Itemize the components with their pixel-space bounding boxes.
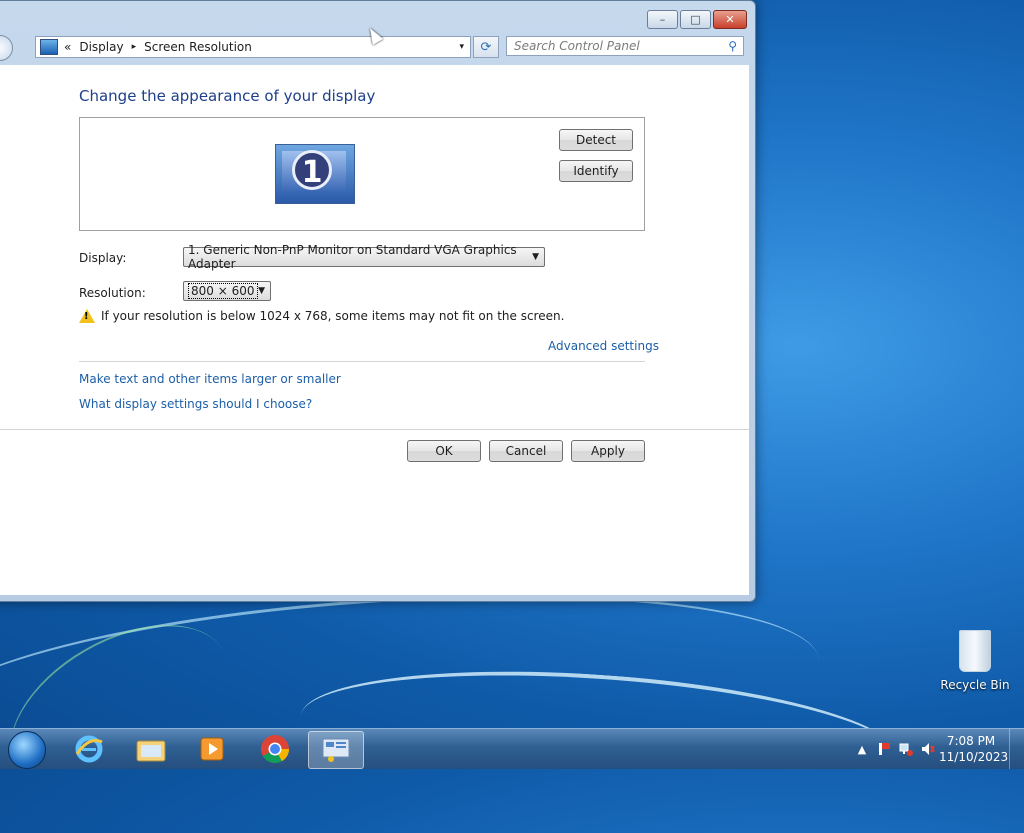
display-select-value: 1. Generic Non-PnP Monitor on Standard V… xyxy=(188,243,517,271)
control-panel-icon xyxy=(322,738,350,762)
breadcrumb-separator-icon[interactable]: ▸ xyxy=(132,42,137,52)
close-icon: ✕ xyxy=(725,13,735,26)
text-size-link[interactable]: Make text and other items larger or smal… xyxy=(79,372,341,386)
monitor-1-icon[interactable]: 1 xyxy=(275,144,355,204)
taskbar: ▲ 7:08 PM 11/10/2023 xyxy=(0,728,1024,769)
volume-muted-icon[interactable] xyxy=(921,742,935,756)
search-icon[interactable]: ⚲ xyxy=(728,39,737,53)
divider xyxy=(0,429,749,430)
clock[interactable]: 7:08 PM 11/10/2023 xyxy=(939,733,1009,765)
clock-date: 11/10/2023 xyxy=(939,750,1009,764)
start-button[interactable] xyxy=(8,731,46,769)
warning-text: If your resolution is below 1024 x 768, … xyxy=(101,309,565,323)
file-explorer-button[interactable] xyxy=(124,731,178,767)
content-area: Change the appearance of your display 1 … xyxy=(0,65,749,595)
action-center-icon[interactable] xyxy=(877,742,891,756)
monitor-preview-area: 1 Detect Identify xyxy=(79,117,645,231)
refresh-button[interactable]: ⟳ xyxy=(473,36,499,58)
recycle-bin-label: Recycle Bin xyxy=(940,678,1010,692)
back-button[interactable] xyxy=(0,35,13,61)
chrome-icon xyxy=(261,735,289,763)
show-hidden-icons-button[interactable]: ▲ xyxy=(855,742,869,756)
divider xyxy=(79,361,645,362)
recycle-bin-icon xyxy=(959,630,991,672)
close-button[interactable]: ✕ xyxy=(713,10,747,29)
screen-resolution-window: – □ ✕ « Display ▸ Screen Resolution ▾ ⟳ … xyxy=(0,0,756,602)
identify-button[interactable]: Identify xyxy=(559,160,633,182)
display-label: Display: xyxy=(79,251,127,265)
clock-time: 7:08 PM xyxy=(946,734,996,748)
breadcrumb-screen-resolution[interactable]: Screen Resolution xyxy=(144,40,252,54)
resolution-select[interactable]: 800 × 600 ▼ xyxy=(183,281,271,301)
chevron-down-icon: ▼ xyxy=(532,252,539,262)
cancel-button[interactable]: Cancel xyxy=(489,440,563,462)
media-player-button[interactable] xyxy=(185,731,239,767)
control-panel-button[interactable] xyxy=(308,731,364,769)
internet-explorer-icon xyxy=(75,735,103,763)
chevron-down-icon: ▼ xyxy=(258,286,265,296)
title-buttons: – □ ✕ xyxy=(645,10,747,29)
apply-button[interactable]: Apply xyxy=(571,440,645,462)
display-settings-help-link[interactable]: What display settings should I choose? xyxy=(79,397,312,411)
maximize-icon: □ xyxy=(690,13,701,26)
search-placeholder: Search Control Panel xyxy=(514,39,640,53)
display-icon xyxy=(40,39,58,55)
detect-button[interactable]: Detect xyxy=(559,129,633,151)
page-title: Change the appearance of your display xyxy=(79,87,376,105)
media-player-icon xyxy=(200,737,224,761)
monitor-number: 1 xyxy=(292,150,332,190)
advanced-settings-link[interactable]: Advanced settings xyxy=(548,339,659,353)
ok-button[interactable]: OK xyxy=(407,440,481,462)
file-explorer-icon xyxy=(136,740,166,762)
internet-explorer-button[interactable] xyxy=(62,731,116,767)
display-select[interactable]: 1. Generic Non-PnP Monitor on Standard V… xyxy=(183,243,545,271)
breadcrumb-overflow[interactable]: « xyxy=(64,40,71,54)
address-bar[interactable]: « Display ▸ Screen Resolution ▾ xyxy=(35,36,471,58)
breadcrumb-display[interactable]: Display xyxy=(79,40,123,54)
recycle-bin-desktop-icon[interactable]: Recycle Bin xyxy=(940,630,1010,692)
network-icon[interactable] xyxy=(899,742,913,756)
warning-mark: ! xyxy=(84,311,89,322)
minimize-button[interactable]: – xyxy=(647,10,678,29)
maximize-button[interactable]: □ xyxy=(680,10,711,29)
resolution-label: Resolution: xyxy=(79,286,146,300)
search-input[interactable]: Search Control Panel ⚲ xyxy=(506,36,744,56)
chrome-button[interactable] xyxy=(248,731,302,767)
resolution-select-value: 800 × 600 xyxy=(188,283,258,299)
address-dropdown-icon[interactable]: ▾ xyxy=(459,42,464,52)
minimize-icon: – xyxy=(659,13,666,26)
show-desktop-button[interactable] xyxy=(1009,729,1024,769)
warning-icon: ! xyxy=(79,309,95,323)
resolution-warning: ! If your resolution is below 1024 x 768… xyxy=(79,309,564,323)
refresh-icon: ⟳ xyxy=(480,39,492,55)
system-tray: ▲ 7:08 PM 11/10/2023 xyxy=(851,729,1024,769)
